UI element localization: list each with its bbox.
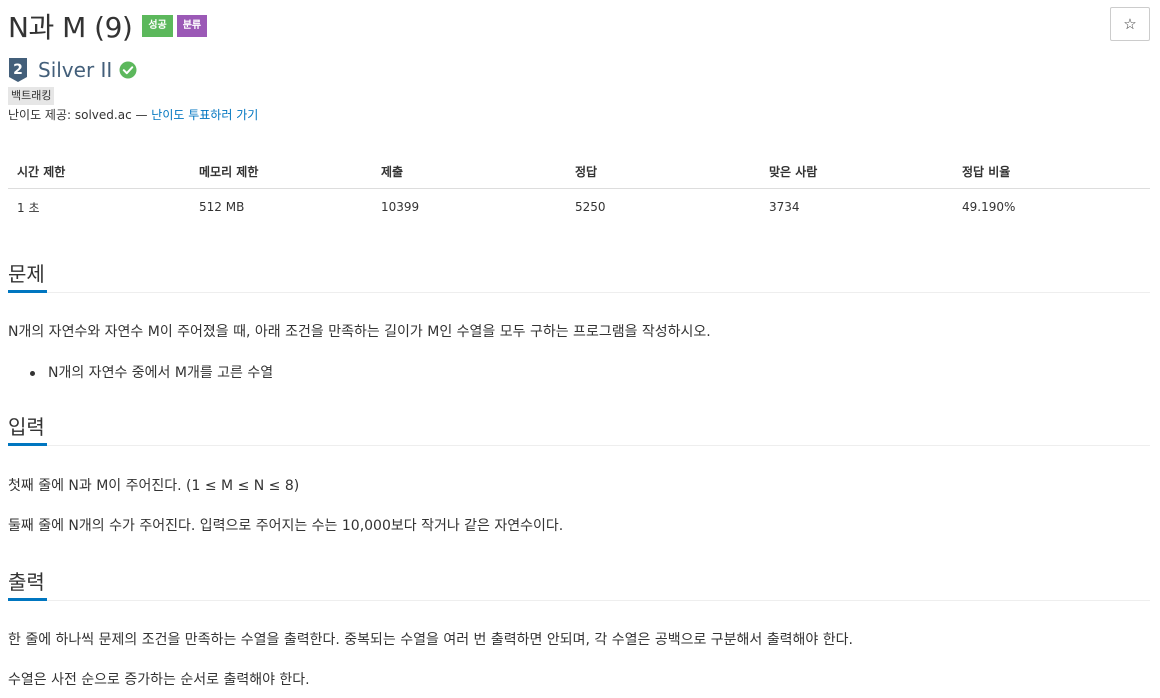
- stats-value-row: 1 초 512 MB 10399 5250 3734 49.190%: [8, 189, 1150, 226]
- stats-header: 정답: [566, 154, 760, 189]
- success-badge[interactable]: 성공: [142, 15, 173, 37]
- silver-tier-icon[interactable]: 2: [8, 57, 28, 83]
- output-heading: 출력: [8, 570, 45, 594]
- bullet-dot: [30, 370, 35, 376]
- vote-difficulty-link[interactable]: 난이도 투표하러 가기: [151, 108, 258, 122]
- category-badge[interactable]: 분류: [176, 15, 208, 37]
- tier-row: 2 Silver II: [8, 56, 137, 84]
- provider-text: 난이도 제공: solved.ac —: [8, 108, 152, 122]
- problem-section-header: 문제: [8, 252, 1150, 293]
- input-heading: 입력: [8, 415, 45, 439]
- star-icon: ☆: [1123, 15, 1137, 33]
- stats-header-row: 시간 제한 메모리 제한 제출 정답 맞은 사람 정답 비율: [8, 154, 1150, 189]
- heading-underline: [8, 443, 47, 446]
- heading-underline: [8, 290, 47, 293]
- title-row: N과 M (9) 성공 분류: [8, 6, 208, 46]
- problem-heading: 문제: [8, 262, 45, 286]
- stats-header: 제출: [372, 154, 566, 189]
- output-line: 한 줄에 하나씩 문제의 조건을 만족하는 수열을 출력한다. 중복되는 수열을…: [8, 632, 853, 648]
- solvers-value[interactable]: 3734: [760, 189, 953, 226]
- list-item: N개의 자연수 중에서 M개를 고른 수열: [30, 363, 273, 383]
- star-button[interactable]: ☆: [1110, 7, 1150, 41]
- output-line: 수열은 사전 순으로 증가하는 순서로 출력해야 한다.: [8, 672, 310, 688]
- stats-header: 맞은 사람: [760, 154, 953, 189]
- algorithm-tag[interactable]: 백트래킹: [8, 87, 55, 105]
- list-item-text: N개의 자연수 중에서 M개를 고른 수열: [48, 365, 274, 381]
- problem-stats-table: 시간 제한 메모리 제한 제출 정답 맞은 사람 정답 비율 1 초 512 M…: [8, 154, 1150, 225]
- stats-header: 시간 제한: [8, 154, 190, 189]
- heading-underline: [8, 598, 47, 601]
- problem-title: N과 M (9): [8, 11, 133, 44]
- submissions-value[interactable]: 10399: [372, 189, 566, 226]
- check-circle-icon: [119, 61, 137, 79]
- tier-number: 2: [13, 62, 23, 78]
- stats-header: 정답 비율: [953, 154, 1150, 189]
- input-line: 첫째 줄에 N과 M이 주어진다. (1 ≤ M ≤ N ≤ 8): [8, 478, 300, 494]
- output-section-header: 출력: [8, 560, 1150, 601]
- stats-header: 메모리 제한: [190, 154, 372, 189]
- input-line: 둘째 줄에 N개의 수가 주어진다. 입력으로 주어지는 수는 10,000보다…: [8, 518, 564, 534]
- accepted-value[interactable]: 5250: [566, 189, 760, 226]
- memory-limit-value: 512 MB: [199, 200, 245, 214]
- difficulty-provider: 난이도 제공: solved.ac — 난이도 투표하러 가기: [8, 107, 258, 123]
- accept-ratio-value: 49.190%: [962, 200, 1016, 214]
- time-limit-value: 1 초: [17, 200, 40, 215]
- input-section-header: 입력: [8, 405, 1150, 446]
- tier-label[interactable]: Silver II: [38, 58, 112, 82]
- problem-description: N개의 자연수와 자연수 M이 주어졌을 때, 아래 조건을 만족하는 길이가 …: [8, 324, 711, 340]
